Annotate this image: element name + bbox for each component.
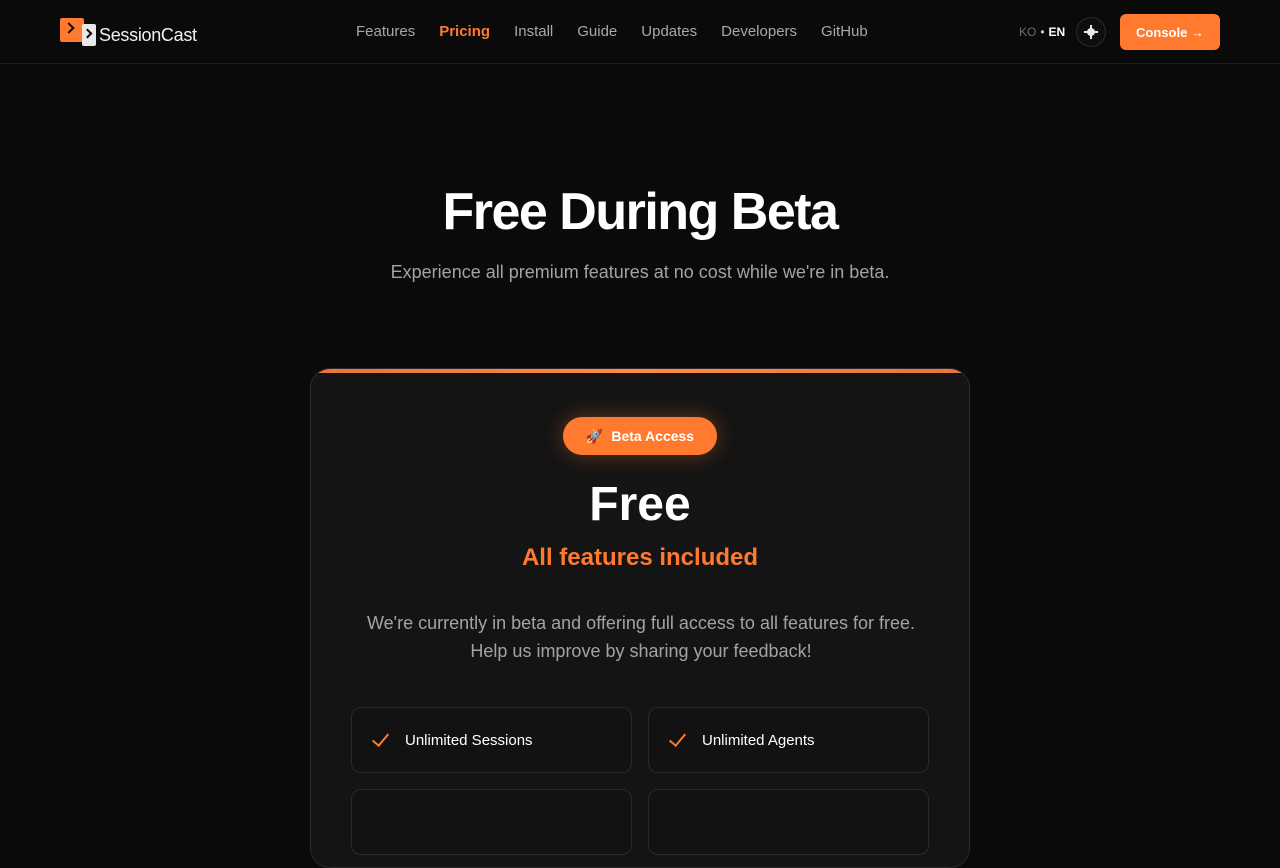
check-icon <box>371 728 390 748</box>
page-subtitle: Experience all premium features at no co… <box>390 262 890 282</box>
card-accent-bar <box>311 369 969 373</box>
page-title: Free During Beta <box>442 183 839 241</box>
card-description: We're currently in beta and offering ful… <box>351 609 931 665</box>
site-header: SessionCast Features Pricing Install Gui… <box>0 0 1280 64</box>
logo-icon <box>60 18 96 46</box>
feature-item: Unlimited Agents <box>648 707 929 773</box>
price: Free <box>589 478 691 531</box>
price-subtitle: All features included <box>521 544 759 571</box>
feature-label: Unlimited Sessions <box>405 731 533 749</box>
main-nav: Features Pricing Install Guide Updates D… <box>356 22 868 42</box>
pricing-card: 🚀 Beta Access Free All features included… <box>310 368 970 868</box>
nav-pricing[interactable]: Pricing <box>439 22 490 42</box>
description-line-1: We're currently in beta and offering ful… <box>366 613 916 633</box>
logo[interactable]: SessionCast <box>60 18 197 46</box>
nav-developers[interactable]: Developers <box>721 22 797 42</box>
nav-github[interactable]: GitHub <box>821 22 868 42</box>
nav-features[interactable]: Features <box>356 22 415 42</box>
theme-toggle-button[interactable] <box>1076 17 1106 47</box>
logo-text: SessionCast <box>99 24 197 45</box>
description-line-2: Help us improve by sharing your feedback… <box>470 641 812 661</box>
language-switcher: KO • EN <box>1019 24 1065 40</box>
beta-access-badge: 🚀 Beta Access <box>563 417 717 455</box>
nav-install[interactable]: Install <box>514 22 553 42</box>
feature-item <box>351 789 632 855</box>
badge-label: Beta Access <box>611 428 695 444</box>
feature-item <box>648 789 929 855</box>
lang-ko[interactable]: KO <box>1019 24 1036 40</box>
console-button[interactable]: Console → <box>1120 14 1220 50</box>
feature-label: Unlimited Agents <box>702 731 815 749</box>
feature-list: Unlimited Sessions Unlimited Agents <box>351 707 929 855</box>
feature-item: Unlimited Sessions <box>351 707 632 773</box>
nav-guide[interactable]: Guide <box>577 22 617 42</box>
sun-icon <box>1084 28 1098 36</box>
nav-updates[interactable]: Updates <box>641 22 697 42</box>
lang-en[interactable]: EN <box>1049 24 1066 40</box>
check-icon <box>668 728 687 748</box>
lang-separator: • <box>1040 25 1045 39</box>
rocket-icon: 🚀 <box>585 427 604 444</box>
